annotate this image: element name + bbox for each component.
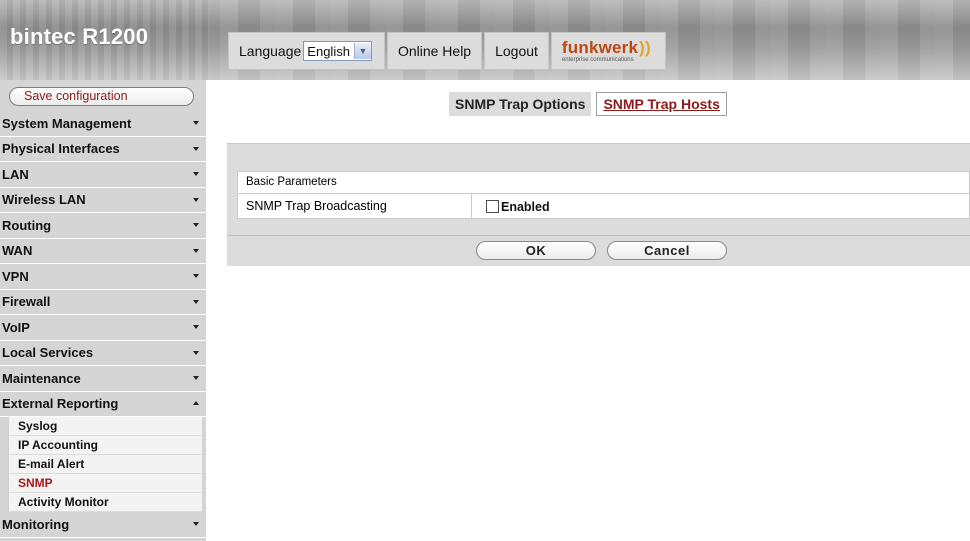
sidebar-item-wireless-lan[interactable]: Wireless LAN (0, 188, 206, 213)
funkwerk-logo: funkwerk)) enterprise communications (550, 32, 666, 70)
table-row: SNMP Trap Broadcasting Enabled (238, 194, 969, 219)
chevron-down-icon (193, 248, 199, 253)
tab-snmp-trap-options[interactable]: SNMP Trap Options (449, 92, 592, 116)
brand-title: bintec R1200 (10, 24, 149, 49)
sidebar-item-label: Monitoring (2, 516, 70, 532)
chevron-down-icon (193, 197, 199, 202)
sidebar-item-label: Routing (2, 217, 52, 233)
online-help-link[interactable]: Online Help (386, 32, 483, 70)
sidebar-item-label: WAN (2, 243, 33, 259)
sidebar-item-external-reporting[interactable]: External Reporting (0, 392, 206, 417)
sidebar-item-label: Physical Interfaces (2, 141, 120, 157)
submenu-item-snmp[interactable]: SNMP (9, 474, 202, 493)
settings-panel: Basic Parameters SNMP Trap Broadcasting … (227, 143, 970, 266)
sidebar-item-firewall[interactable]: Firewall (0, 290, 206, 315)
sidebar-item-label: Local Services (2, 345, 94, 361)
ok-button[interactable]: OK (476, 241, 596, 260)
language-select[interactable]: English ▼ (303, 41, 372, 61)
sidebar-item-maintenance[interactable]: Maintenance (0, 366, 206, 392)
sidebar-item-label: System Management (2, 115, 132, 131)
chevron-down-icon (193, 325, 199, 329)
sidebar-item-label: Firewall (2, 294, 51, 310)
sidebar: Save configuration System Management Phy… (0, 80, 206, 541)
chevron-down-icon (193, 223, 199, 227)
chevron-down-icon (193, 376, 199, 380)
logo-wave-icon: )) (639, 37, 651, 57)
language-label: Language (239, 43, 302, 59)
sidebar-menu: System Management Physical Interfaces LA… (0, 111, 206, 538)
sidebar-item-label: Maintenance (2, 370, 81, 386)
chevron-down-icon (193, 522, 199, 526)
basic-parameters-table: Basic Parameters SNMP Trap Broadcasting … (237, 171, 970, 219)
sidebar-item-lan[interactable]: LAN (0, 162, 206, 188)
button-row: OK Cancel (227, 235, 970, 266)
chevron-up-icon (193, 400, 199, 405)
sidebar-item-system-management[interactable]: System Management (0, 111, 206, 137)
chevron-down-icon (193, 299, 199, 304)
header-bar: bintec R1200 Language English ▼ Online H… (0, 0, 970, 80)
logo-wordmark: funkwerk)) (561, 37, 651, 57)
sidebar-item-vpn[interactable]: VPN (0, 264, 206, 290)
sidebar-item-label: Wireless LAN (2, 192, 86, 208)
language-select-value: English (307, 43, 350, 59)
chevron-down-icon (193, 274, 199, 278)
external-reporting-submenu: Syslog IP Accounting E-mail Alert SNMP A… (8, 417, 202, 512)
submenu-item-email-alert[interactable]: E-mail Alert (9, 455, 202, 474)
chevron-down-icon (193, 121, 199, 125)
sidebar-item-routing[interactable]: Routing (0, 213, 206, 239)
submenu-item-syslog[interactable]: Syslog (9, 417, 202, 436)
sidebar-item-wan[interactable]: WAN (0, 239, 206, 264)
sidebar-item-label: VoIP (2, 319, 30, 335)
section-header: Basic Parameters (238, 172, 969, 194)
sidebar-item-label: External Reporting (2, 396, 119, 412)
chevron-down-icon (193, 146, 199, 151)
cancel-button[interactable]: Cancel (607, 241, 727, 260)
sidebar-item-local-services[interactable]: Local Services (0, 341, 206, 366)
save-configuration-button[interactable]: Save configuration (9, 87, 194, 106)
chevron-down-icon[interactable]: ▼ (353, 43, 371, 59)
tab-snmp-trap-hosts[interactable]: SNMP Trap Hosts (596, 92, 727, 116)
logo-tagline: enterprise communications (561, 56, 634, 63)
sidebar-item-label: VPN (2, 268, 29, 284)
sidebar-item-voip[interactable]: VoIP (0, 315, 206, 341)
submenu-item-activity-monitor[interactable]: Activity Monitor (9, 493, 202, 512)
sidebar-item-label: LAN (2, 166, 29, 182)
language-selector: Language English ▼ (228, 32, 385, 70)
sidebar-item-physical-interfaces[interactable]: Physical Interfaces (0, 137, 206, 162)
submenu-item-ip-accounting[interactable]: IP Accounting (9, 436, 202, 455)
chevron-down-icon (193, 350, 199, 355)
chevron-down-icon (193, 172, 199, 176)
header-toolbar: Language English ▼ Online Help Logout fu… (228, 32, 668, 70)
snmp-trap-broadcasting-label: SNMP Trap Broadcasting (238, 194, 472, 219)
enabled-checkbox-label[interactable]: Enabled (501, 200, 550, 214)
tab-bar: SNMP Trap Options SNMP Trap Hosts (449, 92, 727, 116)
logout-link[interactable]: Logout (484, 32, 549, 70)
enabled-checkbox[interactable] (486, 200, 499, 213)
snmp-trap-broadcasting-field: Enabled (472, 194, 550, 219)
sidebar-item-monitoring[interactable]: Monitoring (0, 512, 206, 538)
